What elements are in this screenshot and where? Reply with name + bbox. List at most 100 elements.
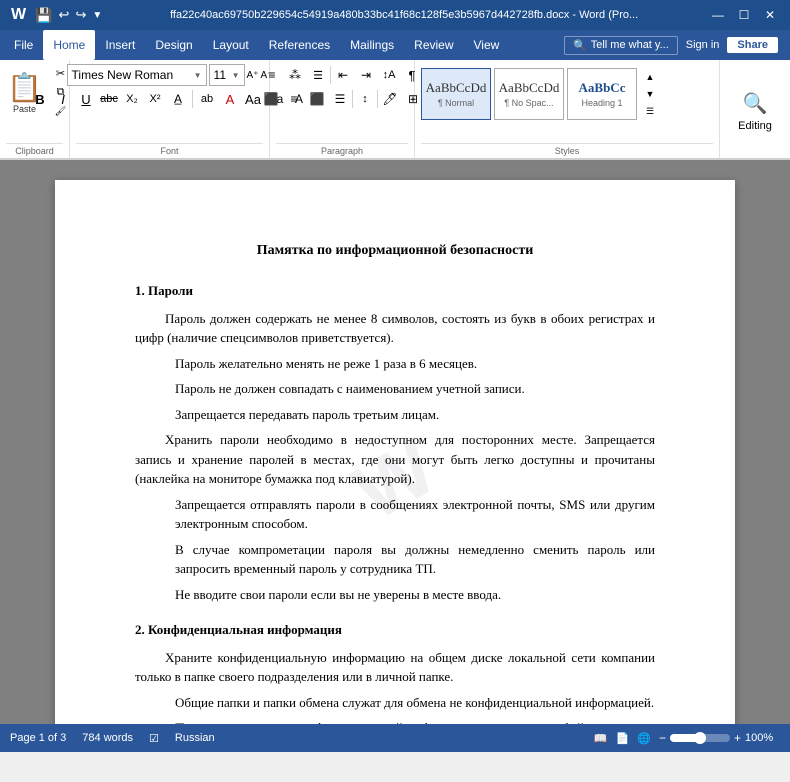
- undo-icon[interactable]: ↩: [59, 7, 70, 23]
- font-size-selector[interactable]: 11 ▼: [209, 64, 245, 86]
- menu-bar: File Home Insert Design Layout Reference…: [0, 30, 790, 60]
- numbering-button[interactable]: ⁂: [284, 64, 306, 86]
- menu-view[interactable]: View: [464, 30, 510, 60]
- web-layout-icon[interactable]: 🌐: [637, 732, 651, 745]
- read-mode-icon[interactable]: 📖: [594, 732, 608, 745]
- separator: [352, 90, 353, 108]
- clipboard-label: Clipboard: [6, 143, 63, 158]
- menu-design[interactable]: Design: [145, 30, 202, 60]
- status-bar: Page 1 of 3 784 words ☑ Russian 📖 📄 🌐 − …: [0, 724, 790, 752]
- align-right-button[interactable]: ⬛: [306, 88, 328, 110]
- menu-home[interactable]: Home: [43, 30, 95, 60]
- document-area: W Памятка по информационной безопасности…: [0, 160, 790, 724]
- tell-me-input[interactable]: 🔍Tell me what y...: [564, 36, 678, 55]
- title-bar-left: W 💾 ↩ ↪ ▼: [8, 5, 102, 25]
- redo-icon[interactable]: ↪: [75, 7, 86, 23]
- styles-more-button[interactable]: ☰: [642, 104, 658, 118]
- signin-button[interactable]: Sign in: [686, 39, 720, 51]
- increase-indent-button[interactable]: ⇥: [355, 64, 377, 86]
- italic-button[interactable]: I: [52, 88, 74, 110]
- section-2-bullet-2: После сканирования конфиденциальной инфо…: [175, 718, 655, 724]
- ribbon: 📋 Paste ✂ ⧉ 🖌 Clipboard Times New Roman …: [0, 60, 790, 160]
- share-button[interactable]: Share: [727, 37, 778, 53]
- editing-group: 🔍 Editing: [720, 60, 790, 158]
- paragraph-label: Paragraph: [276, 143, 408, 158]
- print-layout-icon[interactable]: 📄: [616, 732, 630, 745]
- style-no-spacing[interactable]: AaBbCcDd ¶ No Spac...: [494, 68, 564, 120]
- style-heading1[interactable]: AaBbCc Heading 1: [567, 68, 637, 120]
- increase-font-button[interactable]: A⁺: [247, 70, 259, 81]
- paragraph-group: ≡ ⁂ ☰ ⇤ ⇥ ↕A ¶ ⬛ ≡ ⬛ ☰ ↕ 🖊 ⊞ Paragraph: [270, 60, 415, 158]
- section-1-bullet-2: Пароль не должен совпадать с наименовани…: [175, 379, 655, 399]
- title-bar: W 💾 ↩ ↪ ▼ ffa22c40ac69750b229654c54919a4…: [0, 0, 790, 30]
- menu-layout[interactable]: Layout: [203, 30, 259, 60]
- document-page: W Памятка по информационной безопасности…: [55, 180, 735, 724]
- styles-scroll-down[interactable]: ▼: [642, 87, 658, 101]
- page-info: Page 1 of 3: [10, 732, 66, 744]
- superscript-button[interactable]: X²: [144, 88, 166, 110]
- styles-label: Styles: [421, 143, 713, 158]
- sort-button[interactable]: ↕A: [378, 64, 400, 86]
- window-controls: — ☐ ✕: [706, 5, 782, 25]
- section-2-para-0: Храните конфиденциальную информацию на о…: [135, 648, 655, 687]
- word-count: 784 words: [82, 732, 133, 744]
- strikethrough-button[interactable]: abc: [98, 88, 120, 110]
- quick-save-icon[interactable]: 💾: [35, 7, 52, 24]
- zoom-in-button[interactable]: +: [734, 731, 741, 745]
- clear-format-button[interactable]: A̲: [167, 88, 189, 110]
- justify-button[interactable]: ☰: [329, 88, 351, 110]
- menu-file[interactable]: File: [4, 30, 43, 60]
- styles-scroll: ▲ ▼ ☰: [640, 68, 660, 120]
- section-2-bullet-1: Общие папки и папки обмена служат для об…: [175, 693, 655, 713]
- font-label: Font: [76, 143, 263, 158]
- bold-button[interactable]: B: [29, 88, 51, 110]
- align-center-button[interactable]: ≡: [283, 88, 305, 110]
- separator: [330, 66, 331, 84]
- zoom-slider[interactable]: [670, 734, 730, 742]
- section-1-bullet-5: Запрещается отправлять пароли в сообщени…: [175, 495, 655, 534]
- underline-button[interactable]: U: [75, 88, 97, 110]
- shading-button[interactable]: 🖊: [379, 88, 401, 110]
- section-1-para-4: Хранить пароли необходимо в недоступном …: [135, 430, 655, 489]
- section-1-bullet-1: Пароль желательно менять не реже 1 раза …: [175, 354, 655, 374]
- separator: [377, 90, 378, 108]
- align-left-button[interactable]: ⬛: [260, 88, 282, 110]
- spell-check-icon[interactable]: ☑: [149, 732, 159, 745]
- language[interactable]: Russian: [175, 732, 215, 744]
- line-spacing-button[interactable]: ↕: [354, 88, 376, 110]
- menu-review[interactable]: Review: [404, 30, 463, 60]
- status-right: 📖 📄 🌐 − + 100%: [594, 731, 780, 745]
- multilevel-list-button[interactable]: ☰: [307, 64, 329, 86]
- close-button[interactable]: ✕: [758, 5, 782, 25]
- highlight-button[interactable]: ab: [196, 88, 218, 110]
- menu-mailings[interactable]: Mailings: [340, 30, 404, 60]
- zoom-level[interactable]: 100%: [745, 732, 780, 744]
- font-group: Times New Roman ▼ 11 ▼ A⁺ A⁻ B I U abc X…: [70, 60, 270, 158]
- editing-label: Editing: [738, 120, 772, 132]
- style-normal[interactable]: AaBbCcDd ¶ Normal: [421, 68, 491, 120]
- separator: [192, 90, 193, 108]
- font-color-button[interactable]: A: [219, 88, 241, 110]
- font-name-selector[interactable]: Times New Roman ▼: [67, 64, 207, 86]
- zoom-controls: − + 100%: [659, 731, 780, 745]
- find-icon[interactable]: 🔍: [743, 91, 768, 116]
- document-content[interactable]: Памятка по информационной безопасности 1…: [135, 240, 655, 724]
- maximize-button[interactable]: ☐: [732, 5, 756, 25]
- minimize-button[interactable]: —: [706, 5, 730, 25]
- bullets-button[interactable]: ≡: [261, 64, 283, 86]
- subscript-button[interactable]: X₂: [121, 88, 143, 110]
- zoom-out-button[interactable]: −: [659, 731, 666, 745]
- menu-references[interactable]: References: [259, 30, 340, 60]
- section-1-bullet-6: В случае компрометации пароля вы должны …: [175, 540, 655, 579]
- window-title: ffa22c40ac69750b229654c54919a480b33bc41f…: [102, 9, 706, 21]
- section-1-bullet-3: Запрещается передавать пароль третьим ли…: [175, 405, 655, 425]
- section-1-heading: 1. Пароли: [135, 281, 655, 301]
- section-1-para-0: Пароль должен содержать не менее 8 симво…: [135, 309, 655, 348]
- decrease-indent-button[interactable]: ⇤: [332, 64, 354, 86]
- styles-scroll-up[interactable]: ▲: [642, 70, 658, 84]
- section-1-bullet-7: Не вводите свои пароли если вы не уверен…: [175, 585, 655, 605]
- word-icon: W: [8, 5, 29, 25]
- menu-insert[interactable]: Insert: [95, 30, 145, 60]
- section-2-heading: 2. Конфиденциальная информация: [135, 620, 655, 640]
- customize-icon[interactable]: ▼: [92, 10, 102, 21]
